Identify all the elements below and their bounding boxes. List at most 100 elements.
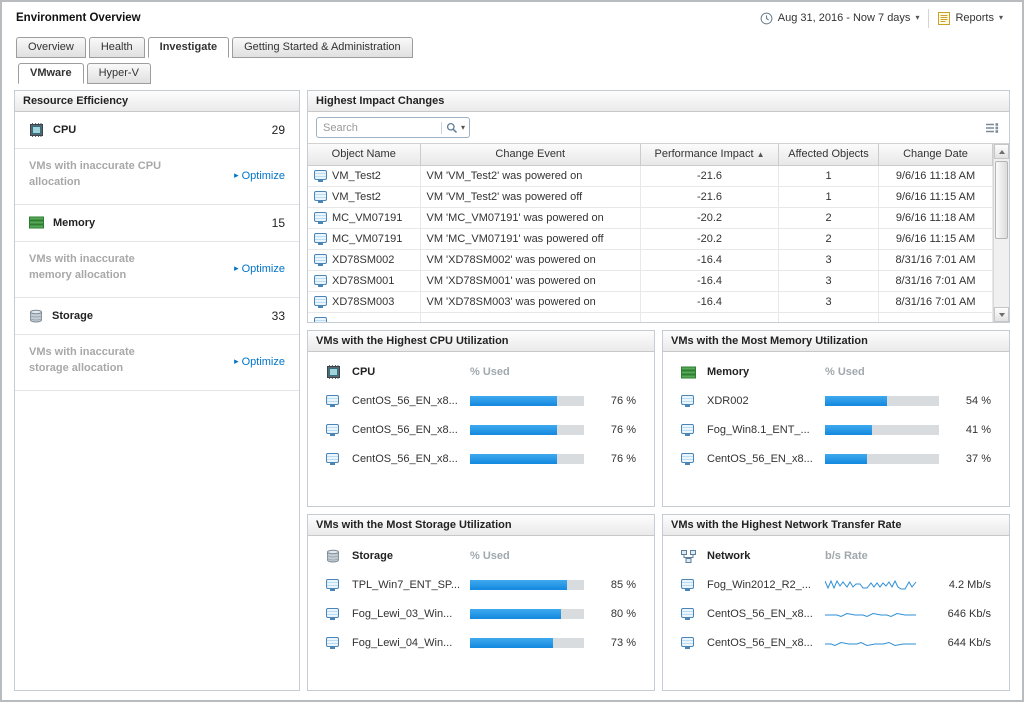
search-input[interactable] bbox=[323, 122, 441, 134]
vm-icon bbox=[681, 453, 694, 463]
vm-icon bbox=[326, 453, 339, 463]
vm-icon bbox=[314, 191, 327, 201]
arrow-right-icon: ▸ bbox=[234, 356, 239, 367]
topbar-actions: Aug 31, 2016 - Now 7 days ▾ Reports ▾ bbox=[751, 9, 1012, 28]
vm-icon bbox=[326, 637, 339, 647]
vm-icon bbox=[326, 395, 339, 405]
resource-row-storage[interactable]: Storage 33 bbox=[15, 298, 299, 335]
column-header-object-name[interactable]: Object Name bbox=[308, 144, 420, 165]
utilization-bar-fill bbox=[470, 638, 553, 648]
affected-objects: 3 bbox=[779, 249, 879, 270]
tab-health[interactable]: Health bbox=[89, 37, 145, 58]
scrollbar-thumb[interactable] bbox=[995, 161, 1008, 239]
scroll-up-button[interactable] bbox=[994, 144, 1009, 159]
vm-icon bbox=[326, 608, 339, 618]
utilization-bar bbox=[470, 580, 584, 590]
resource-row-cpu[interactable]: CPU 29 bbox=[15, 112, 299, 149]
utilization-value: 76 % bbox=[584, 424, 636, 436]
time-range-selector[interactable]: Aug 31, 2016 - Now 7 days ▾ bbox=[751, 9, 929, 28]
table-row[interactable]: VM_Test2 VM 'VM_Test2' was powered off -… bbox=[308, 186, 993, 207]
tab-getting-started-administration[interactable]: Getting Started & Administration bbox=[232, 37, 413, 58]
scroll-down-button[interactable] bbox=[994, 307, 1009, 322]
util-header: Network b/s Rate bbox=[663, 536, 1009, 570]
table-row[interactable]: XD78SM001 VM 'XD78SM001' was powered on … bbox=[308, 270, 993, 291]
vm-name: CentOS_56_EN_x8... bbox=[352, 395, 470, 407]
change-date: 8/31/16 7:01 AM bbox=[879, 249, 993, 270]
transfer-rate-value: 644 Kb/s bbox=[929, 637, 991, 649]
vm-icon bbox=[314, 254, 327, 264]
change-event: VM 'VM_Test2' was powered off bbox=[420, 186, 641, 207]
metric-label: Storage bbox=[52, 310, 93, 322]
affected-objects: 2 bbox=[779, 228, 879, 249]
optimize-label: Optimize bbox=[242, 356, 285, 368]
metric-count: 29 bbox=[272, 123, 285, 137]
vm-name: CentOS_56_EN_x8... bbox=[352, 424, 470, 436]
arrow-right-icon: ▸ bbox=[234, 170, 239, 181]
change-event: VM 'MC_VM07191' was powered off bbox=[420, 228, 641, 249]
optimize-link-cpu[interactable]: ▸ Optimize bbox=[234, 161, 285, 191]
tab-hyper-v[interactable]: Hyper-V bbox=[87, 63, 151, 84]
performance-impact: -16.4 bbox=[641, 249, 779, 270]
list-item[interactable]: CentOS_56_EN_x8... 76 % bbox=[308, 386, 654, 415]
utilization-bar-fill bbox=[470, 396, 557, 406]
resource-note-memory: VMs with inaccurate memory allocation ▸ … bbox=[15, 242, 299, 298]
performance-impact: -21.6 bbox=[641, 186, 779, 207]
vm-icon bbox=[681, 637, 694, 647]
utilization-bar-fill bbox=[470, 454, 557, 464]
utilization-bar-fill bbox=[470, 580, 567, 590]
search-options-chevron-icon[interactable]: ▾ bbox=[461, 124, 465, 132]
list-item[interactable]: Fog_Win2012_R2_... 4.2 Mb/s bbox=[663, 570, 1009, 599]
column-header-affected-objects[interactable]: Affected Objects bbox=[779, 144, 879, 165]
utilization-value: 85 % bbox=[584, 579, 636, 591]
optimize-link-storage[interactable]: ▸ Optimize bbox=[234, 347, 285, 377]
list-item[interactable]: Fog_Lewi_04_Win... 73 % bbox=[308, 628, 654, 657]
table-row-partial[interactable] bbox=[308, 312, 993, 323]
reports-label: Reports bbox=[955, 12, 994, 24]
table-row[interactable]: XD78SM002 VM 'XD78SM002' was powered on … bbox=[308, 249, 993, 270]
resource-row-memory[interactable]: Memory 15 bbox=[15, 205, 299, 242]
list-item[interactable]: XDR002 54 % bbox=[663, 386, 1009, 415]
list-item[interactable]: CentOS_56_EN_x8... 37 % bbox=[663, 444, 1009, 473]
metric-label: CPU bbox=[53, 124, 76, 136]
table-row[interactable]: VM_Test2 VM 'VM_Test2' was powered on -2… bbox=[308, 165, 993, 186]
reports-menu-button[interactable]: Reports ▾ bbox=[928, 9, 1012, 28]
scrollbar-track[interactable] bbox=[994, 241, 1009, 307]
impact-table-wrap: Object Name Change Event Performance Imp… bbox=[308, 143, 1009, 322]
list-item[interactable]: CentOS_56_EN_x8... 76 % bbox=[308, 444, 654, 473]
search-controls[interactable]: ▾ bbox=[441, 122, 465, 134]
table-customizer-icon[interactable] bbox=[983, 120, 1001, 136]
object-name: MC_VM07191 bbox=[332, 212, 402, 224]
util-header: Memory % Used bbox=[663, 352, 1009, 386]
optimize-link-memory[interactable]: ▸ Optimize bbox=[234, 254, 285, 284]
table-row[interactable]: MC_VM07191 VM 'MC_VM07191' was powered o… bbox=[308, 207, 993, 228]
change-event: VM 'XD78SM001' was powered on bbox=[420, 270, 641, 291]
main-tabs: Overview Health Investigate Getting Star… bbox=[2, 36, 1022, 58]
utilization-value: 76 % bbox=[584, 395, 636, 407]
search-icon[interactable] bbox=[446, 122, 458, 134]
list-item[interactable]: Fog_Win8.1_ENT_... 41 % bbox=[663, 415, 1009, 444]
triangle-down-icon bbox=[999, 313, 1005, 317]
resource-note-storage: VMs with inaccurate storage allocation ▸… bbox=[15, 335, 299, 391]
vm-name: TPL_Win7_ENT_SP... bbox=[352, 579, 470, 591]
tab-overview[interactable]: Overview bbox=[16, 37, 86, 58]
table-row[interactable]: MC_VM07191 VM 'MC_VM07191' was powered o… bbox=[308, 228, 993, 249]
list-item[interactable]: CentOS_56_EN_x8... 646 Kb/s bbox=[663, 599, 1009, 628]
table-toolbar: ▾ bbox=[308, 112, 1009, 143]
most-memory-utilization-panel: VMs with the Most Memory Utilization Mem… bbox=[662, 330, 1010, 507]
utilization-bar-fill bbox=[825, 396, 887, 406]
column-label: Performance Impact bbox=[654, 148, 753, 160]
column-header-change-event[interactable]: Change Event bbox=[420, 144, 641, 165]
list-item[interactable]: Fog_Lewi_03_Win... 80 % bbox=[308, 599, 654, 628]
tab-investigate[interactable]: Investigate bbox=[148, 37, 229, 58]
list-item[interactable]: CentOS_56_EN_x8... 76 % bbox=[308, 415, 654, 444]
performance-impact: -21.6 bbox=[641, 165, 779, 186]
list-item[interactable]: TPL_Win7_ENT_SP... 85 % bbox=[308, 570, 654, 599]
column-header-change-date[interactable]: Change Date bbox=[879, 144, 993, 165]
table-row[interactable]: XD78SM003 VM 'XD78SM003' was powered on … bbox=[308, 291, 993, 312]
tab-vmware[interactable]: VMware bbox=[18, 63, 84, 84]
list-item[interactable]: CentOS_56_EN_x8... 644 Kb/s bbox=[663, 628, 1009, 657]
vertical-scrollbar[interactable] bbox=[993, 144, 1009, 322]
chevron-down-icon: ▾ bbox=[999, 14, 1003, 22]
column-header-performance-impact[interactable]: Performance Impact ▲ bbox=[641, 144, 779, 165]
topbar: Environment Overview Aug 31, 2016 - Now … bbox=[2, 2, 1022, 34]
